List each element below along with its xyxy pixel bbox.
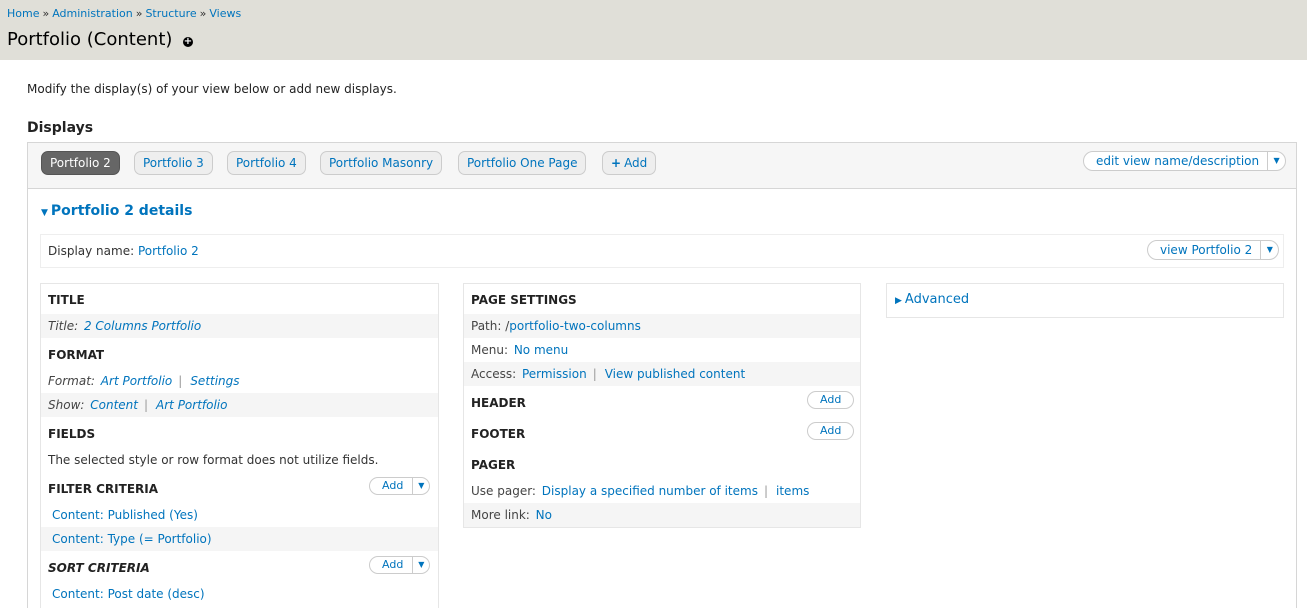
- breadcrumb-home[interactable]: Home: [7, 7, 39, 20]
- pager-row: Use pager: Display a specified number of…: [471, 484, 810, 498]
- access-link[interactable]: Permission: [522, 367, 587, 381]
- format-settings-link[interactable]: Settings: [190, 374, 239, 388]
- breadcrumb-separator: »: [135, 7, 143, 20]
- tab-portfolio-4[interactable]: Portfolio 4: [227, 151, 306, 175]
- header-heading: HEADER: [471, 396, 526, 410]
- menu-link[interactable]: No menu: [514, 343, 568, 357]
- pager-link[interactable]: Display a specified number of items: [542, 484, 758, 498]
- sort-item-link[interactable]: Content: Post date (desc): [52, 587, 205, 601]
- footer-add-button[interactable]: Add: [807, 422, 855, 440]
- triangle-right-icon: ▶: [895, 296, 902, 306]
- filter-item: Content: Published (Yes): [41, 503, 438, 527]
- details-toggle[interactable]: ▼ Portfolio 2 details: [41, 203, 192, 219]
- column-advanced: ▶ Advanced: [886, 283, 1284, 318]
- title-row: Title: 2 Columns Portfolio: [41, 314, 438, 338]
- breadcrumb-separator: »: [42, 7, 50, 20]
- column-main: TITLE Title: 2 Columns Portfolio FORMAT …: [40, 283, 439, 608]
- pager-settings-link[interactable]: items: [776, 484, 809, 498]
- triangle-down-icon: ▼: [41, 208, 48, 218]
- breadcrumb-structure[interactable]: Structure: [145, 7, 196, 20]
- display-tabs: Portfolio 2 Portfolio 3 Portfolio 4 Port…: [28, 143, 1296, 189]
- format-link[interactable]: Art Portfolio: [101, 374, 172, 388]
- title-label: Title:: [48, 319, 79, 333]
- access-settings-link[interactable]: View published content: [605, 367, 745, 381]
- column-page-settings: PAGE SETTINGS Path: /portfolio-two-colum…: [463, 283, 861, 528]
- format-heading: FORMAT: [48, 348, 105, 362]
- displays-panel: Portfolio 2 Portfolio 3 Portfolio 4 Port…: [27, 142, 1297, 608]
- tab-portfolio-3[interactable]: Portfolio 3: [134, 151, 213, 175]
- path-row: Path: /portfolio-two-columns: [464, 314, 860, 338]
- show-row: Show: Content | Art Portfolio: [41, 393, 438, 417]
- display-name-row: Display name: Portfolio 2 view Portfolio…: [40, 234, 1284, 268]
- filter-item: Content: Type (= Portfolio): [41, 527, 438, 551]
- title-link[interactable]: 2 Columns Portfolio: [84, 319, 201, 333]
- path-link[interactable]: portfolio-two-columns: [509, 319, 641, 333]
- path-label: Path:: [471, 319, 502, 333]
- format-label: Format:: [48, 374, 95, 388]
- more-link-row: More link: No: [464, 503, 860, 527]
- show-settings-link[interactable]: Art Portfolio: [156, 398, 227, 412]
- edit-view-label: edit view name/description: [1096, 154, 1260, 168]
- header-add-button[interactable]: Add: [807, 391, 855, 409]
- caret-down-icon[interactable]: ▼: [412, 557, 429, 573]
- more-link-label: More link:: [471, 508, 530, 522]
- plus-icon: +: [611, 156, 622, 170]
- view-display-label: view Portfolio 2: [1160, 243, 1253, 257]
- filter-add-label: Add: [382, 479, 404, 492]
- more-link-link[interactable]: No: [536, 508, 552, 522]
- view-display-button[interactable]: view Portfolio 2 ▼: [1147, 240, 1280, 260]
- format-row: Format: Art Portfolio | Settings: [48, 374, 240, 388]
- page-header: Home» Administration» Structure» Views Port…: [0, 0, 1307, 60]
- breadcrumb-separator: »: [199, 7, 207, 20]
- sort-item: Content: Post date (desc): [41, 582, 438, 606]
- pager-heading: PAGER: [471, 458, 516, 472]
- caret-down-icon[interactable]: ▼: [412, 478, 429, 494]
- show-label: Show:: [48, 398, 85, 412]
- access-label: Access:: [471, 367, 517, 381]
- details-label: Portfolio 2 details: [50, 203, 193, 219]
- fields-text: The selected style or row format does no…: [48, 453, 379, 467]
- tab-portfolio-masonry[interactable]: Portfolio Masonry: [320, 151, 443, 175]
- access-row: Access: Permission | View published conten…: [464, 362, 860, 386]
- displays-heading: Displays: [27, 120, 94, 136]
- footer-heading: FOOTER: [471, 427, 526, 441]
- page-settings-heading: PAGE SETTINGS: [471, 293, 577, 307]
- tab-portfolio-2[interactable]: Portfolio 2: [41, 151, 120, 175]
- edit-view-name-button[interactable]: edit view name/description ▼: [1083, 151, 1287, 171]
- sort-heading: SORT CRITERIA: [48, 561, 150, 575]
- display-name-link[interactable]: Portfolio 2: [138, 244, 199, 258]
- filter-item-link[interactable]: Content: Published (Yes): [52, 508, 198, 522]
- fields-heading: FIELDS: [48, 427, 96, 441]
- breadcrumb-administration[interactable]: Administration: [52, 7, 133, 20]
- add-display-label: Add: [624, 156, 648, 170]
- tab-portfolio-one-page[interactable]: Portfolio One Page: [458, 151, 587, 175]
- filter-add-button[interactable]: Add ▼: [369, 477, 431, 495]
- display-name-label: Display name:: [48, 244, 135, 258]
- intro-text: Modify the display(s) of your view below…: [27, 82, 397, 96]
- sort-add-button[interactable]: Add ▼: [369, 556, 431, 574]
- plus-circle-icon[interactable]: +: [183, 37, 193, 47]
- filter-item-link[interactable]: Content: Type (= Portfolio): [52, 532, 212, 546]
- filter-heading: FILTER CRITERIA: [48, 482, 159, 496]
- menu-label: Menu:: [471, 343, 508, 357]
- show-link[interactable]: Content: [90, 398, 138, 412]
- title-heading: TITLE: [48, 293, 85, 307]
- menu-row: Menu: No menu: [464, 338, 860, 362]
- add-display-button[interactable]: + Add: [602, 151, 657, 175]
- breadcrumb: Home» Administration» Structure» Views: [7, 7, 241, 20]
- pager-label: Use pager:: [471, 484, 536, 498]
- page-title: Portfolio (Content): [7, 29, 173, 50]
- advanced-label: Advanced: [904, 292, 970, 307]
- advanced-toggle[interactable]: ▶ Advanced: [895, 292, 969, 307]
- caret-down-icon[interactable]: ▼: [1260, 241, 1278, 259]
- caret-down-icon[interactable]: ▼: [1267, 152, 1285, 170]
- breadcrumb-views[interactable]: Views: [209, 7, 241, 20]
- sort-add-label: Add: [382, 558, 404, 571]
